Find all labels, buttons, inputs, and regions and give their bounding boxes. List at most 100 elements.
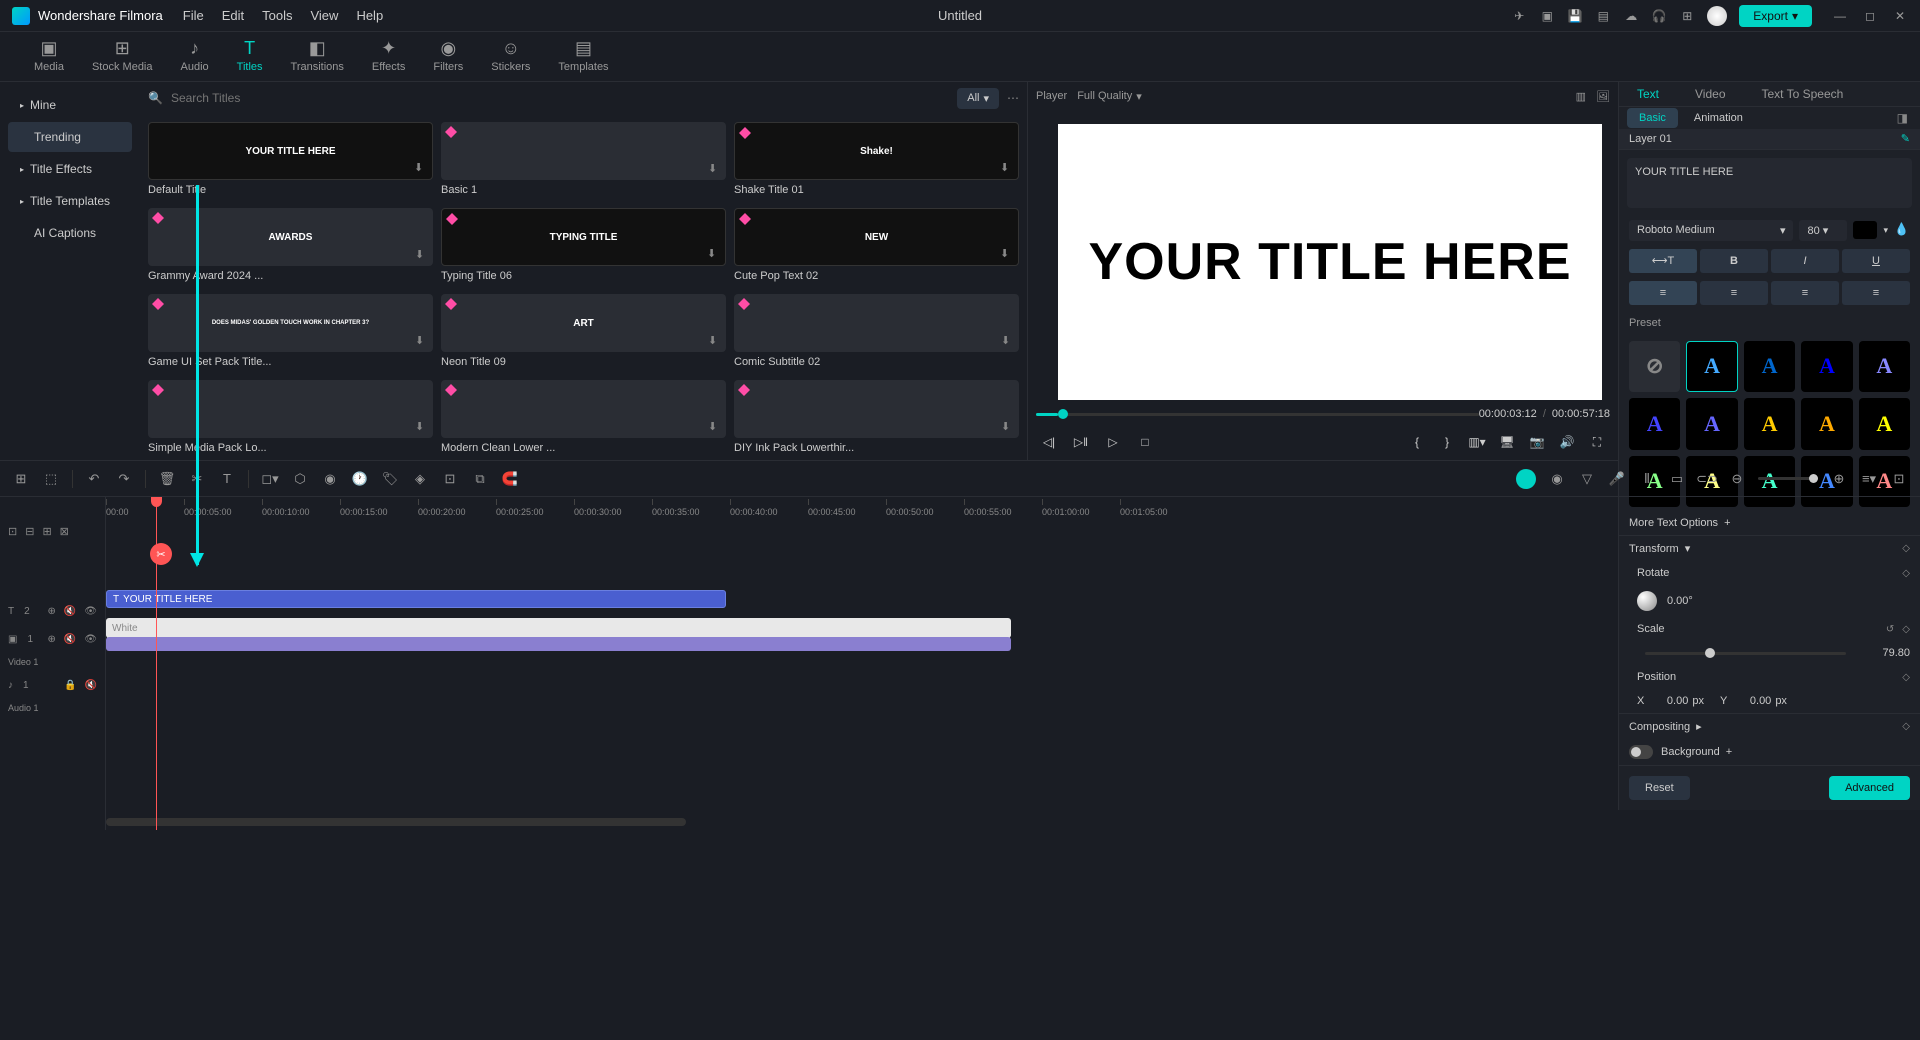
quality-select[interactable]: Full Quality ▾ (1077, 90, 1142, 103)
list-icon[interactable]: ≡▾ (1860, 470, 1878, 488)
inspector-tab-video[interactable]: Video (1677, 82, 1743, 106)
download-icon[interactable]: ⬇ (708, 420, 722, 434)
download-icon[interactable]: ⬇ (708, 334, 722, 348)
preset-4[interactable]: A (1859, 341, 1910, 392)
marker-tool-icon[interactable]: ▽ (1578, 470, 1596, 488)
scrub-track[interactable] (1036, 413, 1479, 416)
title-card-thumb-3[interactable]: AWARDS ⬇ (148, 208, 433, 266)
title-card-thumb-5[interactable]: NEW ⬇ (734, 208, 1019, 266)
expand-panel-icon[interactable]: ◨ (1893, 107, 1912, 129)
track-v1-mute[interactable]: 🔇 (64, 634, 76, 645)
redo-icon[interactable]: ↷ (115, 470, 133, 488)
download-icon[interactable]: ⬇ (415, 420, 429, 434)
track-v1-add[interactable]: ⊕ (47, 634, 55, 645)
link-icon[interactable]: ⊂⊃ (1698, 470, 1716, 488)
underline-button[interactable]: U (1842, 249, 1910, 273)
search-input[interactable] (171, 91, 326, 105)
audio-clip[interactable] (106, 637, 1011, 651)
download-icon[interactable]: ⬇ (414, 161, 428, 175)
video-clip[interactable]: White (106, 618, 1011, 638)
headphones-icon[interactable]: 🎧 (1651, 8, 1667, 24)
media-tab-filters[interactable]: ◉Filters (419, 33, 477, 77)
subtab-animation[interactable]: Animation (1682, 108, 1755, 128)
title-card-thumb-2[interactable]: Shake! ⬇ (734, 122, 1019, 180)
media-tab-titles[interactable]: TTitles (223, 33, 277, 77)
crop-icon[interactable]: ◻▾ (261, 470, 279, 488)
fit-icon[interactable]: ⊡ (1890, 470, 1908, 488)
zoom-in-icon[interactable]: ⊕ (1830, 470, 1848, 488)
color-icon[interactable]: ◉ (321, 470, 339, 488)
timeline-ruler[interactable]: 00:0000:00:05:0000:00:10:0000:00:15:0000… (106, 497, 1920, 525)
track-v1-icon[interactable]: ▣ (8, 634, 17, 645)
mark-out-icon[interactable]: } (1438, 433, 1456, 451)
track-v1-vis[interactable]: 👁 (84, 634, 97, 645)
clock-icon[interactable]: 🕐 (351, 470, 369, 488)
minimize-icon[interactable]: — (1832, 8, 1848, 24)
title-card-thumb-4[interactable]: TYPING TITLE ⬇ (441, 208, 726, 266)
tl-ctrl-c[interactable]: ⊞ (42, 525, 51, 538)
title-card-thumb-6[interactable]: DOES MIDAS' GOLDEN TOUCH WORK IN CHAPTER… (148, 294, 433, 352)
close-icon[interactable]: ✕ (1892, 8, 1908, 24)
tl-ctrl-d[interactable]: ⊠ (60, 525, 69, 538)
download-icon[interactable]: ⬇ (707, 247, 721, 261)
player-canvas[interactable]: YOUR TITLE HERE (1058, 124, 1602, 400)
prev-frame-icon[interactable]: ◁| (1040, 433, 1058, 451)
tl-ctrl-a[interactable]: ⊡ (8, 525, 17, 538)
download-icon[interactable]: ⬇ (1000, 247, 1014, 261)
media-tab-transitions[interactable]: ◧Transitions (277, 33, 358, 77)
more-icon[interactable]: ⋯ (1007, 91, 1019, 105)
text-tool-icon[interactable]: T (218, 470, 236, 488)
volume-icon[interactable]: 🔊 (1558, 433, 1576, 451)
font-select[interactable]: Roboto Medium▾ (1629, 220, 1793, 241)
picture-icon[interactable]: 🖼 (1596, 90, 1610, 103)
zoom-out-icon[interactable]: ⊖ (1728, 470, 1746, 488)
voiceover-icon[interactable]: 🎤 (1608, 470, 1626, 488)
tl-pointer-icon[interactable]: ⬚ (42, 470, 60, 488)
track-t2-mute[interactable]: 🔇 (64, 606, 76, 617)
preset-3[interactable]: A (1801, 341, 1852, 392)
keyframe-tool-icon[interactable]: ◈ (411, 470, 429, 488)
title-card-thumb-10[interactable]: ⬇ (441, 380, 726, 438)
menu-help[interactable]: Help (356, 8, 383, 23)
magnet-icon[interactable]: 🧲 (501, 470, 519, 488)
zoom-slider[interactable] (1758, 477, 1818, 480)
italic-button[interactable]: I (1771, 249, 1839, 273)
tl-grid-icon[interactable]: ⊞ (12, 470, 30, 488)
media-tab-audio[interactable]: ♪Audio (167, 33, 223, 77)
media-tab-stickers[interactable]: ☺Stickers (477, 33, 544, 77)
record-icon[interactable]: ◉ (1548, 470, 1566, 488)
align-center-button[interactable]: ≡ (1700, 281, 1768, 305)
track-t2-icon[interactable]: T (8, 606, 14, 617)
mixer-icon[interactable]: ⫴ (1638, 470, 1656, 488)
track-a1-icon[interactable]: ♪ (8, 680, 13, 691)
copy-icon[interactable]: ⧉ (471, 470, 489, 488)
menu-tools[interactable]: Tools (262, 8, 292, 23)
snapshot-icon[interactable]: 📷 (1528, 433, 1546, 451)
media-tab-media[interactable]: ▣Media (20, 33, 78, 77)
bold-button[interactable]: B (1700, 249, 1768, 273)
library-icon[interactable]: ▤ (1595, 8, 1611, 24)
download-icon[interactable]: ⬇ (415, 334, 429, 348)
undo-icon[interactable]: ↶ (85, 470, 103, 488)
tl-ctrl-b[interactable]: ⊟ (25, 525, 34, 538)
export-button[interactable]: Export ▾ (1739, 5, 1812, 27)
spacing-button[interactable]: ⟷T (1629, 249, 1697, 273)
inspector-tab-tts[interactable]: Text To Speech (1744, 82, 1862, 106)
media-tab-templates[interactable]: ▤Templates (544, 33, 622, 77)
play-icon[interactable]: ▷ (1104, 433, 1122, 451)
eyedropper-icon[interactable]: 💧 (1894, 222, 1910, 238)
send-icon[interactable]: ✈ (1511, 8, 1527, 24)
title-clip[interactable]: TYOUR TITLE HERE (106, 590, 726, 608)
download-icon[interactable]: ⬇ (415, 248, 429, 262)
media-tab-stock-media[interactable]: ⊞Stock Media (78, 33, 167, 77)
preset-7[interactable]: A (1744, 398, 1795, 449)
delete-icon[interactable]: 🗑 (158, 470, 176, 488)
display-icon[interactable]: 🖥 (1498, 433, 1516, 451)
menu-edit[interactable]: Edit (222, 8, 244, 23)
save-icon[interactable]: 💾 (1567, 8, 1583, 24)
download-icon[interactable]: ⬇ (1001, 420, 1015, 434)
title-card-thumb-11[interactable]: ⬇ (734, 380, 1019, 438)
split-view-icon[interactable]: ▥▾ (1468, 433, 1486, 451)
filter-all-button[interactable]: All ▾ (957, 88, 999, 109)
sidebar-item-ai-captions[interactable]: AI Captions (8, 218, 132, 248)
